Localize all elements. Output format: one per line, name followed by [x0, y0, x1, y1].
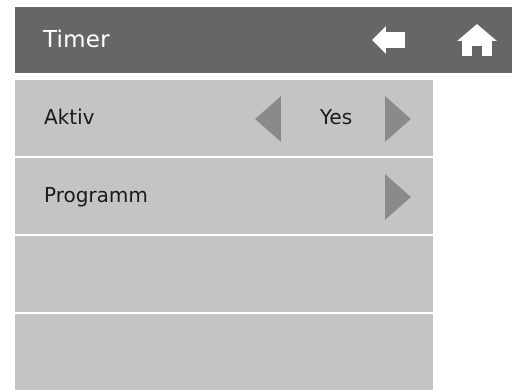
home-icon [457, 24, 497, 56]
row-label-programm: Programm [44, 183, 148, 207]
menu-row-aktiv[interactable]: Aktiv Yes [15, 80, 433, 158]
back-arrow-icon [372, 26, 405, 54]
back-button[interactable] [363, 7, 415, 73]
timer-screen: Timer Aktiv Yes Programm [15, 7, 512, 392]
row-value-aktiv: Yes [319, 105, 353, 129]
arrow-left-icon[interactable] [255, 96, 281, 142]
page-title: Timer [43, 27, 110, 53]
settings-menu: Aktiv Yes Programm [15, 80, 433, 392]
arrow-right-icon[interactable] [385, 174, 411, 220]
header-bar: Timer [15, 7, 512, 73]
home-button[interactable] [447, 7, 507, 73]
menu-row-empty [15, 236, 433, 314]
arrow-right-icon[interactable] [385, 96, 411, 142]
menu-row-empty [15, 314, 433, 392]
menu-row-programm[interactable]: Programm [15, 158, 433, 236]
row-label-aktiv: Aktiv [44, 105, 95, 129]
